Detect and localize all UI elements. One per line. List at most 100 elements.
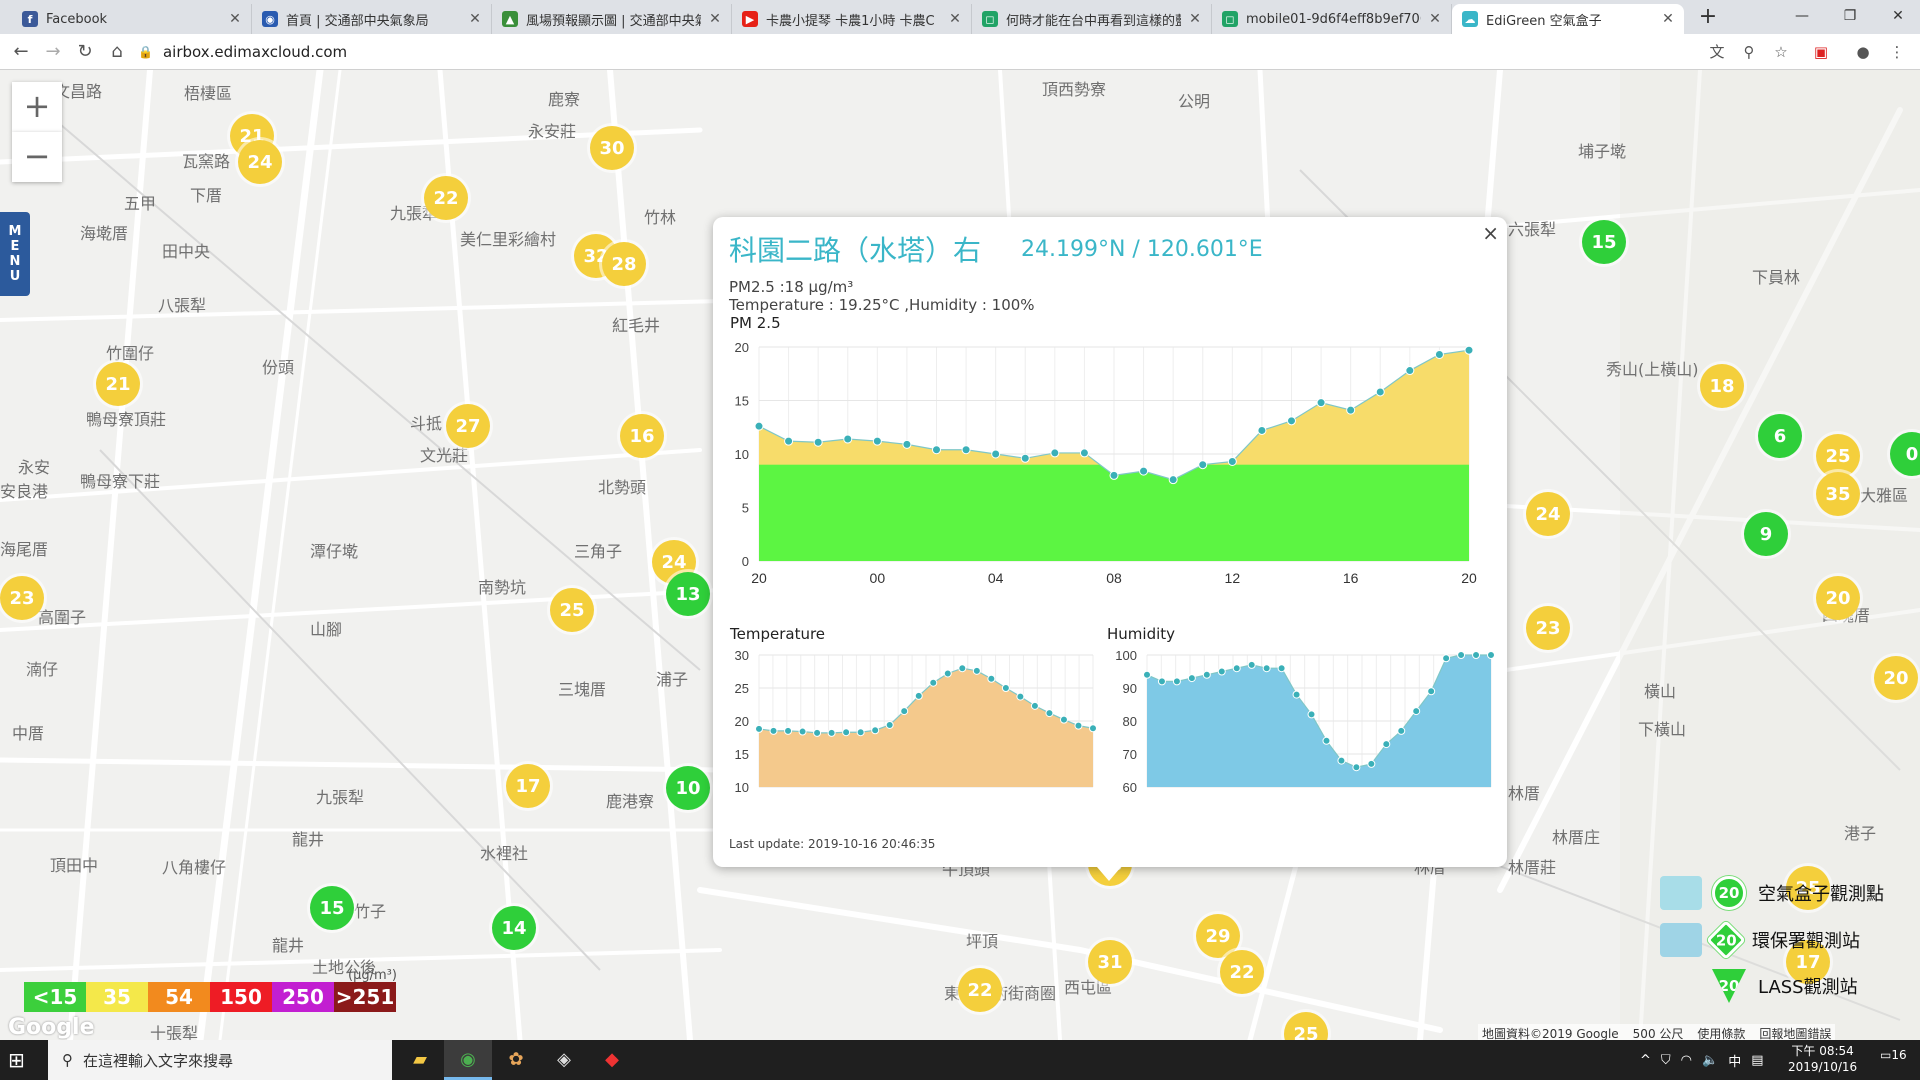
- notification-count: 16: [1891, 1048, 1907, 1062]
- place-label: 九張犁: [316, 788, 365, 807]
- ime-indicator[interactable]: 中: [1728, 1051, 1741, 1070]
- minimize-button[interactable]: —: [1782, 2, 1822, 30]
- data-point: [1367, 759, 1376, 768]
- data-point: [1257, 425, 1267, 435]
- forward-button[interactable]: →: [40, 39, 66, 65]
- data-point: [1217, 667, 1226, 676]
- airbox-marker[interactable]: 15: [310, 886, 354, 930]
- data-point: [1412, 707, 1421, 716]
- airbox-marker[interactable]: 6: [1758, 414, 1802, 458]
- x-tick-label: 20: [1461, 570, 1477, 585]
- lass-icon: [1660, 969, 1702, 1003]
- place-label: 北勢頭: [598, 478, 647, 497]
- browser-tab[interactable]: ◉ 首頁 | 交通部中央氣象局 ✕: [252, 4, 492, 34]
- airbox-marker[interactable]: 15: [1582, 220, 1626, 264]
- network-icon[interactable]: ◠: [1681, 1053, 1692, 1068]
- airbox-marker[interactable]: 20: [1816, 576, 1860, 620]
- airbox-marker[interactable]: 31: [1088, 940, 1132, 984]
- place-label: 埔子墘: [1578, 142, 1627, 161]
- zoom-in-button[interactable]: +: [12, 82, 62, 132]
- airbox-marker[interactable]: 22: [1220, 950, 1264, 994]
- extension-icon[interactable]: ▣: [1810, 41, 1832, 63]
- airbox-marker[interactable]: 22: [424, 176, 468, 220]
- airbox-marker[interactable]: 24: [238, 140, 282, 184]
- tab-close-icon[interactable]: ✕: [947, 11, 963, 27]
- data-point: [1202, 670, 1211, 679]
- data-point: [1322, 736, 1331, 745]
- reload-button[interactable]: ↻: [72, 39, 98, 65]
- menu-tab-button[interactable]: M E N U: [0, 212, 30, 296]
- browser-tab[interactable]: ◻ 何時才能在台中再看到這樣的藍 ✕: [972, 4, 1212, 34]
- tab-close-icon[interactable]: ✕: [467, 11, 483, 27]
- chevron-up-icon[interactable]: ^: [1640, 1053, 1651, 1068]
- airbox-marker[interactable]: 23: [0, 576, 44, 620]
- notification-icon[interactable]: ▭16: [1880, 1048, 1907, 1062]
- airbox-marker[interactable]: 24: [1526, 492, 1570, 536]
- maximize-button[interactable]: ❐: [1830, 2, 1870, 30]
- map-canvas[interactable]: 梧棲區 文昌路 瓦窯路 五甲 下厝 海墘厝 田中央 八張犁 竹圍仔 份頭 鴨母寮頂莊 永安 安良港 鴨母寮…: [0, 70, 1920, 1040]
- tab-close-icon[interactable]: ✕: [1187, 11, 1203, 27]
- airbox-marker[interactable]: 27: [446, 404, 490, 448]
- tab-close-icon[interactable]: ✕: [1660, 11, 1676, 27]
- notes-icon[interactable]: ▤: [1751, 1053, 1763, 1068]
- airbox-marker[interactable]: 13: [666, 572, 710, 616]
- taskbar-search-box[interactable]: ⚲ 在這裡輸入文字來搜尋: [48, 1040, 392, 1080]
- airbox-marker[interactable]: 14: [492, 906, 536, 950]
- zoom-out-button[interactable]: −: [12, 132, 62, 182]
- url-bar[interactable]: 🔒 airbox.edimaxcloud.com: [138, 39, 1698, 65]
- place-label: 紅毛井: [612, 316, 661, 335]
- place-label: 高圍子: [38, 608, 87, 627]
- tab-close-icon[interactable]: ✕: [227, 11, 243, 27]
- tab-close-icon[interactable]: ✕: [707, 11, 723, 27]
- home-button[interactable]: ⌂: [104, 39, 130, 65]
- airbox-marker[interactable]: 22: [958, 968, 1002, 1012]
- app-icon[interactable]: ◈: [540, 1040, 588, 1080]
- airbox-marker[interactable]: 10: [666, 766, 710, 810]
- close-window-button[interactable]: ✕: [1878, 2, 1918, 30]
- data-point: [1168, 475, 1178, 485]
- bookmark-star-icon[interactable]: ☆: [1770, 41, 1792, 63]
- tab-title: 卡農小提琴 卡農1小時 卡農C: [766, 13, 935, 29]
- file-explorer-icon[interactable]: ▰: [396, 1040, 444, 1080]
- data-point: [843, 434, 853, 444]
- back-button[interactable]: ←: [8, 39, 34, 65]
- translate-icon[interactable]: 文: [1706, 41, 1728, 63]
- tab-title: Facebook: [46, 11, 108, 27]
- airbox-marker[interactable]: 21: [96, 362, 140, 406]
- airbox-marker[interactable]: 25: [550, 588, 594, 632]
- place-label: 斗抵: [410, 414, 443, 433]
- tab-title: 首頁 | 交通部中央氣象局: [286, 13, 429, 29]
- app-icon[interactable]: ✿: [492, 1040, 540, 1080]
- windows-start-icon[interactable]: ⊞: [8, 1048, 32, 1072]
- browser-tab[interactable]: f Facebook ✕: [12, 4, 252, 34]
- airbox-marker[interactable]: 16: [620, 414, 664, 458]
- profile-icon[interactable]: ●: [1852, 41, 1874, 63]
- airbox-marker[interactable]: 35: [1816, 472, 1860, 516]
- airbox-marker[interactable]: 30: [590, 126, 634, 170]
- app-icon[interactable]: ◆: [588, 1040, 636, 1080]
- chrome-icon[interactable]: ◉: [444, 1040, 492, 1080]
- close-icon[interactable]: ×: [1482, 221, 1499, 245]
- data-point: [972, 666, 981, 675]
- airbox-marker[interactable]: 28: [602, 242, 646, 286]
- browser-tab[interactable]: ☁ EdiGreen 空氣盒子 ✕: [1452, 4, 1684, 34]
- airbox-marker[interactable]: 17: [506, 764, 550, 808]
- volume-icon[interactable]: 🔈: [1702, 1053, 1718, 1068]
- browser-tab[interactable]: ▶ 卡農小提琴 卡農1小時 卡農C ✕: [732, 4, 972, 34]
- report-error-link[interactable]: 回報地圖錯誤: [1759, 1025, 1831, 1040]
- airbox-marker[interactable]: 23: [1526, 606, 1570, 650]
- security-icon[interactable]: ⛉: [1661, 1053, 1671, 1068]
- zoom-icon[interactable]: ⚲: [1738, 41, 1760, 63]
- browser-tab[interactable]: ▲ 風場預報顯示圖 | 交通部中央氣象 ✕: [492, 4, 732, 34]
- browser-tab[interactable]: ◻ mobile01-9d6f4eff8b9ef70615 ✕: [1212, 4, 1452, 34]
- new-tab-button[interactable]: +: [1694, 4, 1722, 29]
- airbox-marker[interactable]: 18: [1700, 364, 1744, 408]
- airbox-marker[interactable]: 20: [1874, 656, 1918, 700]
- airbox-marker[interactable]: 9: [1744, 512, 1788, 556]
- tab-close-icon[interactable]: ✕: [1427, 11, 1443, 27]
- terms-link[interactable]: 使用條款: [1697, 1025, 1745, 1040]
- place-label: 龍井: [292, 830, 325, 849]
- menu-kebab-icon[interactable]: ⋮: [1886, 41, 1908, 63]
- taskbar-clock[interactable]: 下午 08:54 2019/10/16: [1788, 1043, 1857, 1075]
- station-info-popup: × 科園二路（水塔）右 24.199°N / 120.601°E PM2.5 :…: [713, 217, 1507, 881]
